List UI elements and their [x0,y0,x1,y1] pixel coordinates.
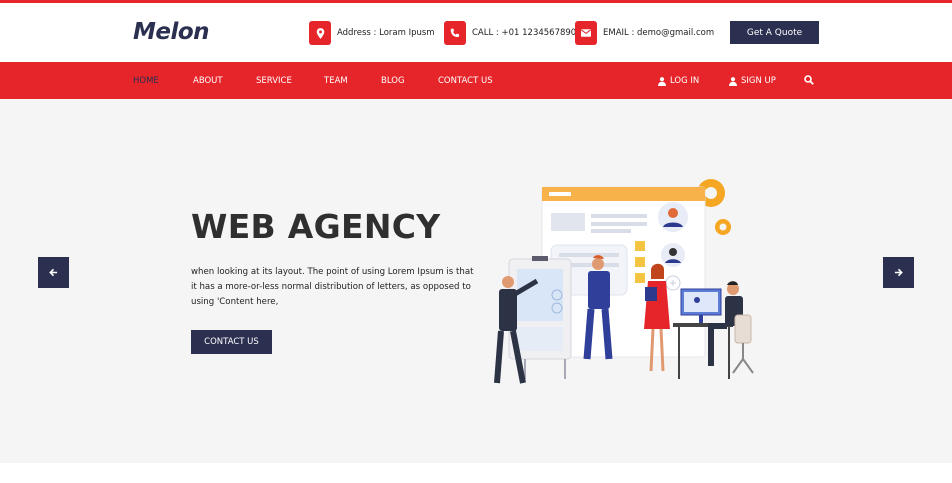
slider-next-button[interactable] [883,257,914,288]
contact-us-button[interactable]: CONTACT US [191,330,272,354]
nav-item-service[interactable]: SERVICE [256,76,292,86]
nav-item-about[interactable]: ABOUT [193,76,223,86]
nav-item-team[interactable]: TEAM [324,76,348,86]
nav-item-home[interactable]: HOME [133,76,159,86]
get-a-quote-button[interactable]: Get A Quote [730,21,819,44]
email-contact: EMAIL : demo@gmail.com [575,21,714,45]
phone-text[interactable]: CALL : +01 1234567890 [472,28,576,38]
nav-item-blog[interactable]: BLOG [381,76,405,86]
arrow-left-icon [49,268,58,277]
email-text[interactable]: EMAIL : demo@gmail.com [603,28,714,38]
signup-label: SIGN UP [741,76,776,86]
phone-icon [444,21,466,45]
slider-prev-button[interactable] [38,257,69,288]
header: Melon Address : Loram Ipusm CALL : +01 1… [0,3,952,62]
hero-slider: WEB AGENCY when looking at its layout. T… [0,99,952,463]
main-nav: HOME ABOUT SERVICE TEAM BLOG CONTACT US … [0,62,952,99]
envelope-icon [575,21,597,45]
login-link[interactable]: LOG IN [658,76,699,86]
arrow-right-icon [894,268,903,277]
login-label: LOG IN [670,76,700,86]
signup-link[interactable]: SIGN UP [729,76,776,86]
address-contact: Address : Loram Ipusm [309,21,435,45]
nav-item-contact-us[interactable]: CONTACT US [438,76,493,86]
phone-contact: CALL : +01 1234567890 [444,21,576,45]
user-icon [729,76,737,86]
logo[interactable]: Melon [133,19,210,45]
hero-description: when looking at its layout. The point of… [191,267,474,307]
user-icon [658,76,666,86]
address-text: Address : Loram Ipusm [337,28,435,38]
hero-title: WEB AGENCY [191,207,441,246]
web-agency-illustration [494,179,754,384]
search-icon[interactable] [804,75,818,85]
map-pin-icon [309,21,331,45]
